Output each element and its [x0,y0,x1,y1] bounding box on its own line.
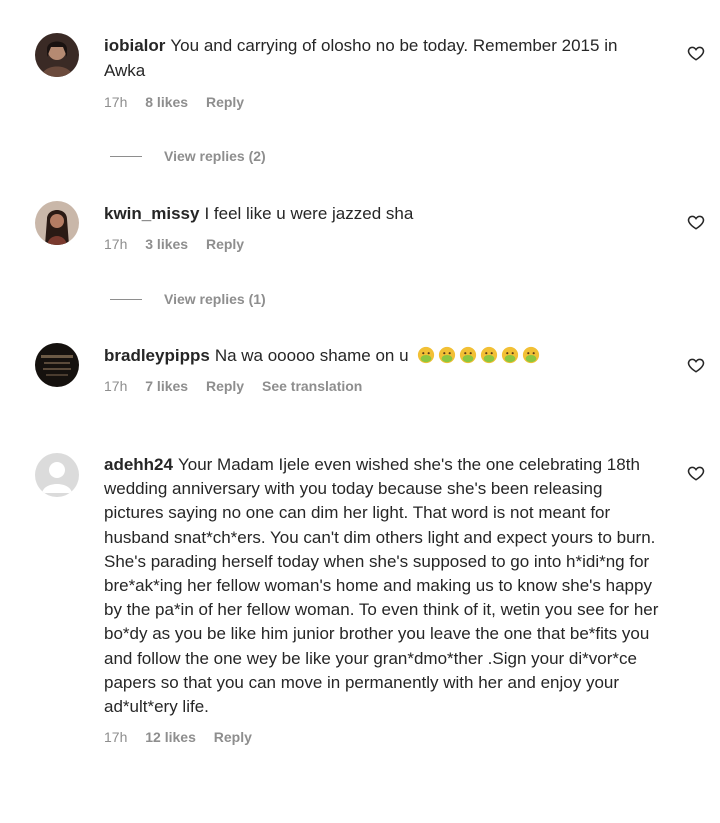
heart-icon[interactable] [687,356,705,374]
view-replies-label: View replies (2) [164,148,266,164]
view-replies-label: View replies (1) [164,291,266,307]
see-translation-button[interactable]: See translation [262,378,362,394]
sick-face-emoji [501,346,519,364]
likes-count[interactable]: 7 likes [145,378,188,394]
reply-button[interactable]: Reply [214,729,252,745]
avatar[interactable] [35,33,79,77]
comment-text: Your Madam Ijele even wished she's the o… [104,455,659,717]
reply-button[interactable]: Reply [206,378,244,394]
divider-line [110,298,142,300]
sick-face-emoji [459,346,477,364]
heart-icon[interactable] [687,213,705,231]
avatar[interactable] [35,453,79,497]
likes-count[interactable]: 12 likes [145,729,196,745]
reply-button[interactable]: Reply [206,236,244,252]
avatar[interactable] [35,343,79,387]
timestamp: 17h [104,236,128,252]
username[interactable]: kwin_missy [104,204,199,223]
view-replies-button[interactable]: View replies (1) [110,291,266,307]
sick-face-emoji [480,346,498,364]
comment-text: I feel like u were jazzed sha [204,204,414,223]
divider-line [110,155,142,157]
heart-icon[interactable] [687,464,705,482]
timestamp: 17h [104,378,128,394]
sick-face-emoji [417,346,435,364]
timestamp: 17h [104,94,128,110]
username[interactable]: iobialor [104,36,165,55]
likes-count[interactable]: 8 likes [145,94,188,110]
view-replies-button[interactable]: View replies (2) [110,148,266,164]
sick-face-emoji [522,346,540,364]
username[interactable]: bradleypipps [104,346,210,365]
sick-face-emoji [438,346,456,364]
reply-button[interactable]: Reply [206,94,244,110]
likes-count[interactable]: 3 likes [145,236,188,252]
timestamp: 17h [104,729,128,746]
comment-text: You and carrying of olosho no be today. … [104,36,618,80]
sick-face-emoji-group [417,346,543,365]
comment-text: Na wa ooooo shame on u [214,346,409,365]
heart-icon[interactable] [687,44,705,62]
avatar[interactable] [35,201,79,245]
username[interactable]: adehh24 [104,455,173,474]
